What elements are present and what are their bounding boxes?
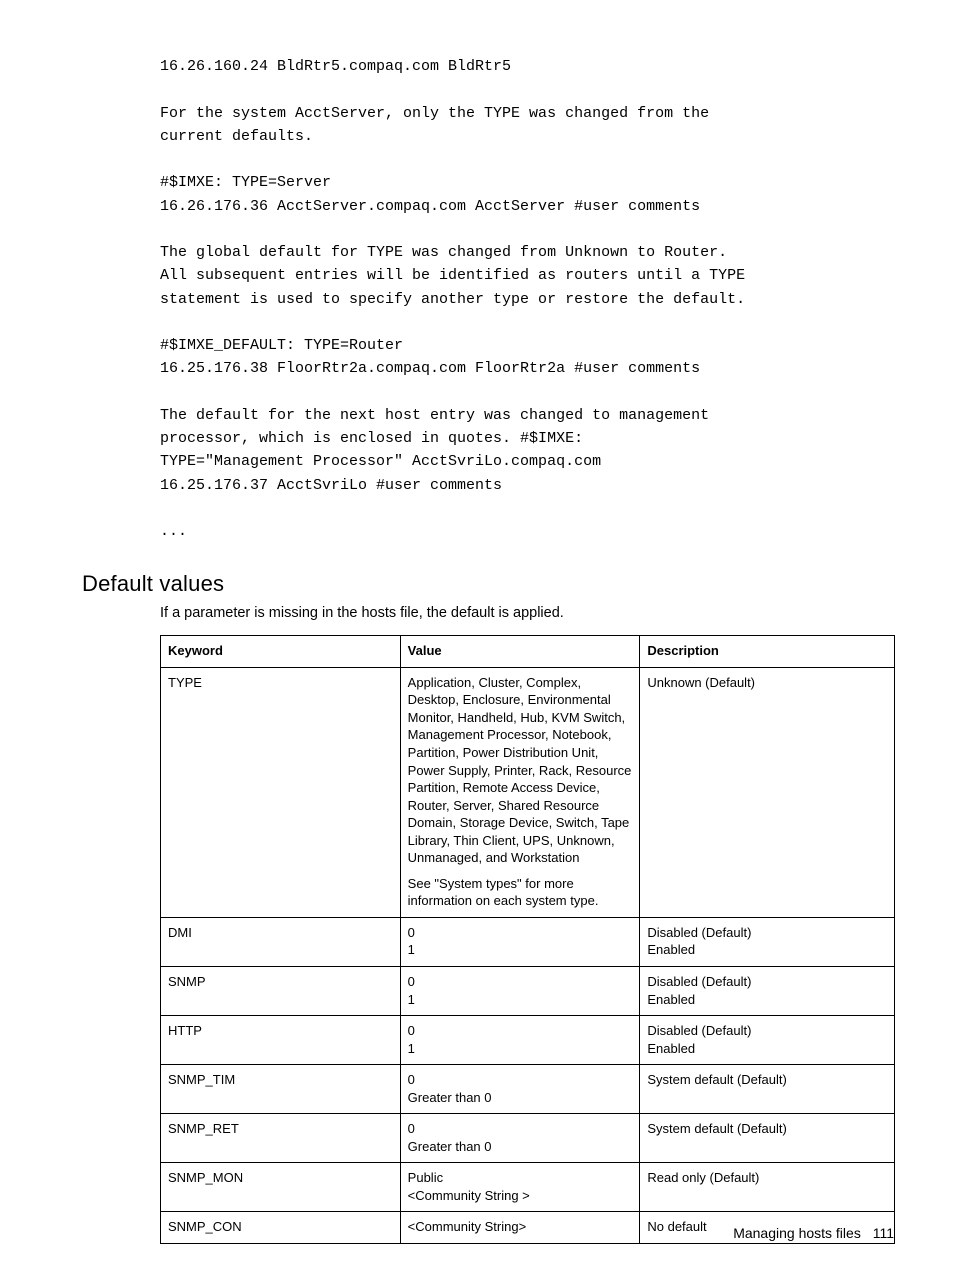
cell-description: Read only (Default)	[640, 1163, 895, 1212]
table-row: HTTP0 1Disabled (Default) Enabled	[161, 1016, 895, 1065]
cell-keyword: TYPE	[161, 667, 401, 917]
document-page: 16.26.160.24 BldRtr5.compaq.com BldRtr5 …	[0, 0, 954, 1271]
page-footer: Managing hosts files 111	[733, 1225, 894, 1241]
cell-description: Unknown (Default)	[640, 667, 895, 917]
cell-keyword: SNMP	[161, 967, 401, 1016]
table-row: SNMP_RET0 Greater than 0System default (…	[161, 1114, 895, 1163]
table-row: TYPEApplication, Cluster, Complex, Deskt…	[161, 667, 895, 917]
cell-keyword: SNMP_MON	[161, 1163, 401, 1212]
cell-description: System default (Default)	[640, 1065, 895, 1114]
table-row: SNMP0 1Disabled (Default) Enabled	[161, 967, 895, 1016]
cell-value: <Community String>	[400, 1212, 640, 1244]
cell-description: System default (Default)	[640, 1114, 895, 1163]
col-header-description: Description	[640, 636, 895, 668]
table-header-row: Keyword Value Description	[161, 636, 895, 668]
cell-keyword: HTTP	[161, 1016, 401, 1065]
table-row: DMI0 1Disabled (Default) Enabled	[161, 917, 895, 966]
table-row: SNMP_TIM0 Greater than 0System default (…	[161, 1065, 895, 1114]
table-body: TYPEApplication, Cluster, Complex, Deskt…	[161, 667, 895, 1243]
cell-keyword: SNMP_CON	[161, 1212, 401, 1244]
cell-value: 0 Greater than 0	[400, 1114, 640, 1163]
system-types-link[interactable]: "System types"	[434, 876, 521, 891]
cell-value: 0 1	[400, 917, 640, 966]
table-row: SNMP_MONPublic <Community String >Read o…	[161, 1163, 895, 1212]
cell-keyword: SNMP_TIM	[161, 1065, 401, 1114]
cell-value: Application, Cluster, Complex, Desktop, …	[400, 667, 640, 917]
col-header-value: Value	[400, 636, 640, 668]
cell-description: Disabled (Default) Enabled	[640, 917, 895, 966]
footer-text: Managing hosts files	[733, 1225, 861, 1241]
section-intro-text: If a parameter is missing in the hosts f…	[160, 605, 894, 621]
code-example-block: 16.26.160.24 BldRtr5.compaq.com BldRtr5 …	[160, 55, 894, 543]
default-values-table: Keyword Value Description TYPEApplicatio…	[160, 635, 895, 1244]
cell-description: Disabled (Default) Enabled	[640, 1016, 895, 1065]
cell-value: 0 1	[400, 1016, 640, 1065]
cell-value: 0 1	[400, 967, 640, 1016]
col-header-keyword: Keyword	[161, 636, 401, 668]
cell-value: 0 Greater than 0	[400, 1065, 640, 1114]
page-number: 111	[873, 1225, 894, 1241]
section-heading-default-values: Default values	[82, 571, 894, 597]
cell-description: Disabled (Default) Enabled	[640, 967, 895, 1016]
cell-value: Public <Community String >	[400, 1163, 640, 1212]
cell-keyword: SNMP_RET	[161, 1114, 401, 1163]
cell-keyword: DMI	[161, 917, 401, 966]
